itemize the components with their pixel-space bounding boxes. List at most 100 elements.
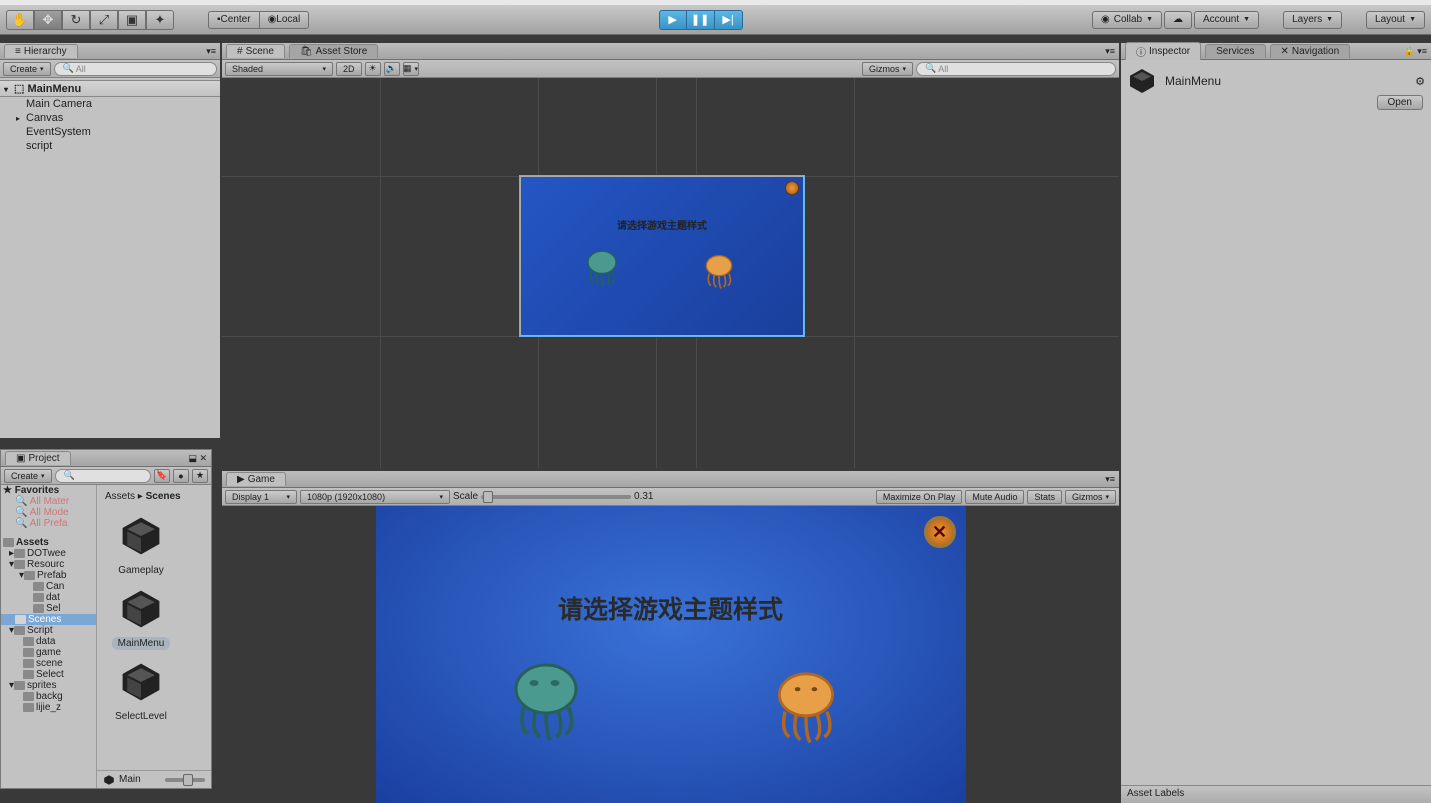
move-tool[interactable]: ✥ xyxy=(34,10,62,30)
project-tree: ★ Favorites 🔍 All Mater 🔍 All Mode 🔍 All… xyxy=(1,485,97,788)
tree-item[interactable]: ▾sprites xyxy=(1,680,96,691)
game-title-text: 请选择游戏主题样式 xyxy=(521,217,803,232)
tree-item[interactable]: data xyxy=(1,636,96,647)
asset-label: SelectLevel xyxy=(109,710,173,723)
scale-label: Scale xyxy=(453,491,478,502)
panel-menu-icon[interactable]: ▾≡ xyxy=(1105,474,1115,485)
tab-asset-store[interactable]: 🛍 Asset Store xyxy=(289,44,378,58)
lighting-toggle[interactable]: ☀ xyxy=(365,62,381,76)
shading-mode[interactable]: Shaded▾ xyxy=(225,62,333,76)
play-button[interactable]: ▶ xyxy=(659,10,687,30)
scene-view[interactable]: 请选择游戏主题样式 xyxy=(222,78,1119,468)
assets-header[interactable]: Assets xyxy=(1,537,96,548)
2d-toggle[interactable]: 2D xyxy=(336,62,362,76)
project-grid: Assets ▸ Scenes Gameplay MainMenu Select… xyxy=(97,485,211,788)
rotate-tool[interactable]: ↻ xyxy=(62,10,90,30)
tree-item-selected[interactable]: Scenes xyxy=(1,614,96,625)
tree-item[interactable]: backg xyxy=(1,691,96,702)
tab-navigation[interactable]: ✕ Navigation xyxy=(1270,44,1351,58)
rect-tool[interactable]: ▣ xyxy=(118,10,146,30)
project-panel: ▣ Project ⬓ ✕ Create ▾ 🔍 🔖 ● ★ ★ Favorit… xyxy=(0,449,212,789)
hand-tool[interactable]: ✋ xyxy=(6,10,34,30)
tree-item[interactable]: game xyxy=(1,647,96,658)
step-button[interactable]: ▶| xyxy=(715,10,743,30)
display-dropdown[interactable]: Display 1▾ xyxy=(225,490,297,504)
scene-canvas[interactable]: 请选择游戏主题样式 xyxy=(520,176,804,336)
collab-dropdown[interactable]: ◉ Collab ▼ xyxy=(1092,11,1162,29)
pivot-center[interactable]: ▪ Center xyxy=(208,11,259,29)
tab-project[interactable]: ▣ Project xyxy=(5,451,71,465)
filter-icon[interactable]: ★ xyxy=(192,469,208,483)
tree-item[interactable]: Select xyxy=(1,669,96,680)
hierarchy-item[interactable]: EventSystem xyxy=(0,125,220,139)
asset-scene[interactable]: Gameplay xyxy=(101,508,181,577)
tree-item[interactable]: lijie_z xyxy=(1,702,96,713)
tree-item[interactable]: 🔍 All Prefa xyxy=(1,518,96,529)
orange-jellyfish-icon[interactable] xyxy=(764,664,848,748)
gizmos-dropdown[interactable]: Gizmos ▾ xyxy=(862,62,913,76)
asset-label: Gameplay xyxy=(112,564,170,577)
transform-tool[interactable]: ✦ xyxy=(146,10,174,30)
tree-item[interactable]: dat xyxy=(1,592,96,603)
project-search[interactable]: 🔍 xyxy=(55,469,151,483)
project-create[interactable]: Create ▾ xyxy=(4,469,52,483)
grid-size-slider[interactable] xyxy=(165,778,205,782)
hierarchy-item[interactable]: ▸Canvas xyxy=(0,111,220,125)
tab-services[interactable]: Services xyxy=(1205,44,1265,58)
asset-scene[interactable]: SelectLevel xyxy=(101,654,181,723)
tree-item[interactable]: Sel xyxy=(1,603,96,614)
account-dropdown[interactable]: Account ▼ xyxy=(1194,11,1259,29)
main-toolbar: ✋ ✥ ↻ ⤢ ▣ ✦ ▪ Center ◉ Local ▶ ❚❚ ▶| ◉ C… xyxy=(0,5,1431,35)
audio-toggle[interactable]: 🔊 xyxy=(384,62,400,76)
hierarchy-tree: ▾⬚ MainMenu Main Camera ▸Canvas EventSys… xyxy=(0,78,220,438)
layers-dropdown[interactable]: Layers ▼ xyxy=(1283,11,1342,29)
favorites-header[interactable]: ★ Favorites xyxy=(1,485,96,496)
game-view[interactable]: 请选择游戏主题样式 ✕ xyxy=(222,506,1119,803)
stats-toggle[interactable]: Stats xyxy=(1027,490,1062,504)
hierarchy-item[interactable]: Main Camera xyxy=(0,97,220,111)
tree-item[interactable]: ▸DOTwee xyxy=(1,548,96,559)
tab-scene[interactable]: # Scene xyxy=(226,44,285,58)
panel-menu-icon[interactable]: ▾≡ xyxy=(1105,46,1115,57)
game-gizmos[interactable]: Gizmos ▾ xyxy=(1065,490,1116,504)
filter-icon[interactable]: 🔖 xyxy=(154,469,170,483)
scene-search[interactable]: 🔍All xyxy=(916,62,1116,76)
settings-icon[interactable]: ⚙ xyxy=(1415,75,1425,88)
breadcrumb[interactable]: Assets ▸ Scenes xyxy=(101,489,207,504)
tree-item[interactable]: ▾Resourc xyxy=(1,559,96,570)
panel-menu-icon[interactable]: ⬓ ✕ xyxy=(188,453,207,464)
cloud-button[interactable]: ☁ xyxy=(1164,11,1192,29)
tab-inspector[interactable]: ⓘ Inspector xyxy=(1125,42,1201,60)
tree-item[interactable]: ▾Prefab xyxy=(1,570,96,581)
pivot-local[interactable]: ◉ Local xyxy=(259,11,310,29)
hierarchy-create[interactable]: Create ▾ xyxy=(3,62,51,76)
hierarchy-item[interactable]: script xyxy=(0,139,220,153)
asset-label: MainMenu xyxy=(112,637,171,650)
layout-dropdown[interactable]: Layout ▼ xyxy=(1366,11,1425,29)
scale-tool[interactable]: ⤢ xyxy=(90,10,118,30)
tree-item[interactable]: scene xyxy=(1,658,96,669)
tree-item[interactable]: Can xyxy=(1,581,96,592)
filter-icon[interactable]: ● xyxy=(173,469,189,483)
resolution-dropdown[interactable]: 1080p (1920x1080)▾ xyxy=(300,490,450,504)
pause-button[interactable]: ❚❚ xyxy=(687,10,715,30)
scene-root[interactable]: ▾⬚ MainMenu xyxy=(0,80,220,97)
maximize-toggle[interactable]: Maximize On Play xyxy=(876,490,963,504)
tab-game[interactable]: ▶ Game xyxy=(226,472,286,486)
hierarchy-search[interactable]: 🔍All xyxy=(54,62,217,76)
close-button[interactable]: ✕ xyxy=(924,516,956,548)
tree-item[interactable]: 🔍 All Mater xyxy=(1,496,96,507)
tree-item[interactable]: 🔍 All Mode xyxy=(1,507,96,518)
project-footer: Main xyxy=(97,770,211,788)
panel-menu-icon[interactable]: ▾≡ xyxy=(206,46,216,57)
game-canvas: 请选择游戏主题样式 ✕ xyxy=(376,506,966,803)
tab-hierarchy[interactable]: ≡ Hierarchy xyxy=(4,44,78,58)
fx-toggle[interactable]: ▦▾ xyxy=(403,62,419,76)
teal-jellyfish-icon[interactable] xyxy=(501,656,591,746)
open-button[interactable]: Open xyxy=(1377,95,1423,110)
scale-slider[interactable] xyxy=(481,495,631,499)
asset-scene-selected[interactable]: MainMenu xyxy=(101,581,181,650)
panel-menu-icon[interactable]: 🔒 ▾≡ xyxy=(1404,46,1427,57)
mute-toggle[interactable]: Mute Audio xyxy=(965,490,1024,504)
tree-item[interactable]: ▾Script xyxy=(1,625,96,636)
